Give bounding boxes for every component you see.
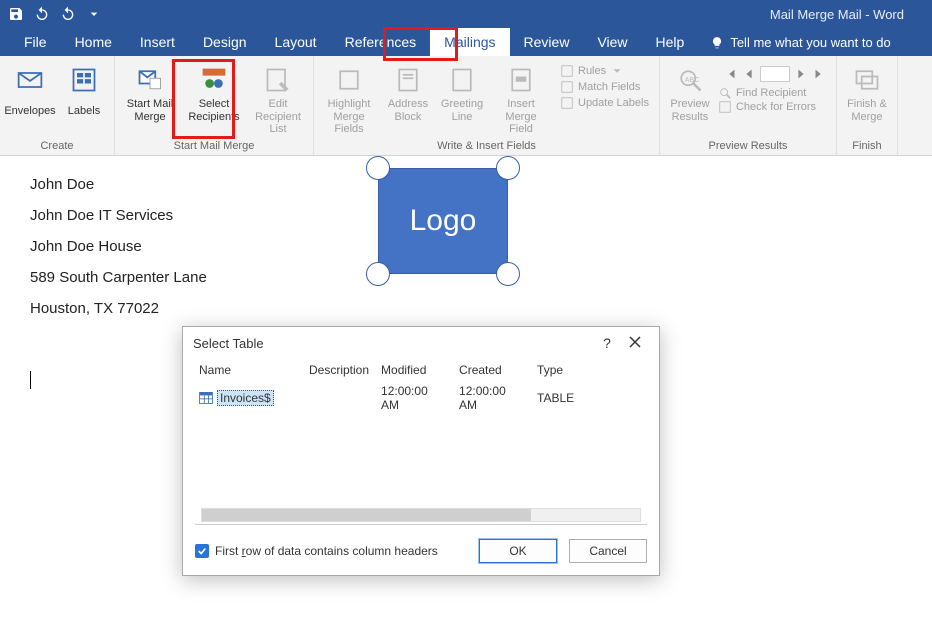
text-caret [30,371,31,389]
edit-list-icon [262,64,294,96]
dialog-help-button[interactable]: ? [593,335,621,351]
tell-me-label: Tell me what you want to do [730,35,890,50]
insert-field-icon [505,64,537,96]
ribbon-group-preview: ABC Preview Results Find Recipient Check… [660,56,837,155]
tab-mailings[interactable]: Mailings [430,28,509,56]
row-name: Invoices$ [217,390,274,406]
tab-review[interactable]: Review [510,28,584,56]
horizontal-scrollbar[interactable] [201,508,641,522]
ribbon-group-finish: Finish & Merge Finish [837,56,898,155]
address-block-button[interactable]: Address Block [382,62,434,126]
find-recipient-button[interactable]: Find Recipient [718,86,832,100]
checkbox-checked-icon [195,544,209,558]
start-mail-merge-button[interactable]: Start Mail Merge [119,62,181,126]
table-list[interactable]: Name Description Modified Created Type I… [193,359,649,415]
envelopes-button[interactable]: Envelopes [4,62,56,126]
highlight-merge-fields-button[interactable]: Highlight Merge Fields [318,62,380,138]
first-row-headers-checkbox[interactable]: First row of data contains column header… [195,544,467,558]
write-small-stack: Rules Match Fields Update Labels [554,62,655,112]
prev-record-icon[interactable] [742,67,756,81]
match-fields-button[interactable]: Match Fields [560,80,649,94]
select-table-dialog: Select Table ? Name Description Modified… [182,326,660,576]
tab-layout[interactable]: Layout [261,28,331,56]
ribbon-group-create: Envelopes Labels Create [0,56,115,155]
table-row[interactable]: Invoices$ 12:00:00 AM 12:00:00 AM TABLE [193,381,649,415]
dialog-close-button[interactable] [621,335,649,351]
svg-text:ABC: ABC [685,77,699,84]
ok-button[interactable]: OK [479,539,557,563]
record-nav[interactable] [718,62,832,86]
next-record-icon[interactable] [794,67,808,81]
finish-merge-button[interactable]: Finish & Merge [841,62,893,126]
finish-icon [851,64,883,96]
col-created[interactable]: Created [453,359,531,381]
doc-line-5: Houston, TX 77022 [30,300,902,317]
col-description[interactable]: Description [303,359,375,381]
chevron-down-icon [610,64,624,78]
record-number-input[interactable] [760,66,790,82]
save-icon[interactable] [8,6,24,22]
preview-results-button[interactable]: ABC Preview Results [664,62,716,126]
ribbon: Envelopes Labels Create Start Mail Merge… [0,56,932,156]
greeting-icon [446,64,478,96]
tab-file[interactable]: File [10,28,61,56]
group-label-write: Write & Insert Fields [318,138,655,155]
update-labels-button[interactable]: Update Labels [560,96,649,110]
dialog-list-area [195,415,647,525]
row-modified: 12:00:00 AM [375,381,453,415]
table-icon [199,392,213,404]
col-type[interactable]: Type [531,359,649,381]
ribbon-tabs: File Home Insert Design Layout Reference… [0,28,932,56]
ribbon-group-write: Highlight Merge Fields Address Block Gre… [314,56,660,155]
col-name[interactable]: Name [193,359,303,381]
group-label-finish: Finish [841,138,893,155]
preview-icon: ABC [674,64,706,96]
tab-help[interactable]: Help [642,28,699,56]
tab-home[interactable]: Home [61,28,126,56]
dialog-footer: First row of data contains column header… [183,529,659,575]
mailmerge-icon [134,64,166,96]
envelope-icon [14,64,46,96]
window-title: Mail Merge Mail - Word [102,7,924,22]
group-label-start: Start Mail Merge [119,138,309,155]
select-recipients-button[interactable]: Select Recipients [183,62,245,126]
checkbox-label: First row of data contains column header… [215,544,438,558]
insert-merge-field-button[interactable]: Insert Merge Field [490,62,552,138]
dialog-titlebar[interactable]: Select Table ? [183,327,659,359]
tab-references[interactable]: References [331,28,431,56]
rules-button[interactable]: Rules [560,64,649,78]
row-created: 12:00:00 AM [453,381,531,415]
row-type: TABLE [531,381,649,415]
highlight-icon [333,64,365,96]
qat-dropdown-icon[interactable] [86,6,102,22]
labels-button[interactable]: Labels [58,62,110,126]
col-modified[interactable]: Modified [375,359,453,381]
title-bar: Mail Merge Mail - Word [0,0,932,28]
address-icon [392,64,424,96]
quick-access-toolbar [8,6,102,22]
tab-view[interactable]: View [583,28,641,56]
ribbon-group-start: Start Mail Merge Select Recipients Edit … [115,56,314,155]
tab-design[interactable]: Design [189,28,261,56]
close-icon [629,336,641,348]
group-label-create: Create [4,138,110,155]
greeting-line-button[interactable]: Greeting Line [436,62,488,126]
tell-me-search[interactable]: Tell me what you want to do [698,29,902,56]
edit-recipient-list-button[interactable]: Edit Recipient List [247,62,309,138]
tab-insert[interactable]: Insert [126,28,189,56]
bulb-icon [710,36,724,50]
undo-icon[interactable] [34,6,50,22]
redo-icon[interactable] [60,6,76,22]
recipients-icon [198,64,230,96]
cancel-button[interactable]: Cancel [569,539,647,563]
check-errors-button[interactable]: Check for Errors [718,100,832,114]
last-record-icon[interactable] [812,67,826,81]
logo-text: Logo [378,168,508,274]
dialog-title: Select Table [193,336,593,351]
group-label-preview: Preview Results [664,138,832,155]
first-record-icon[interactable] [724,67,738,81]
logo-shape[interactable]: Logo [378,168,508,274]
labels-icon [68,64,100,96]
